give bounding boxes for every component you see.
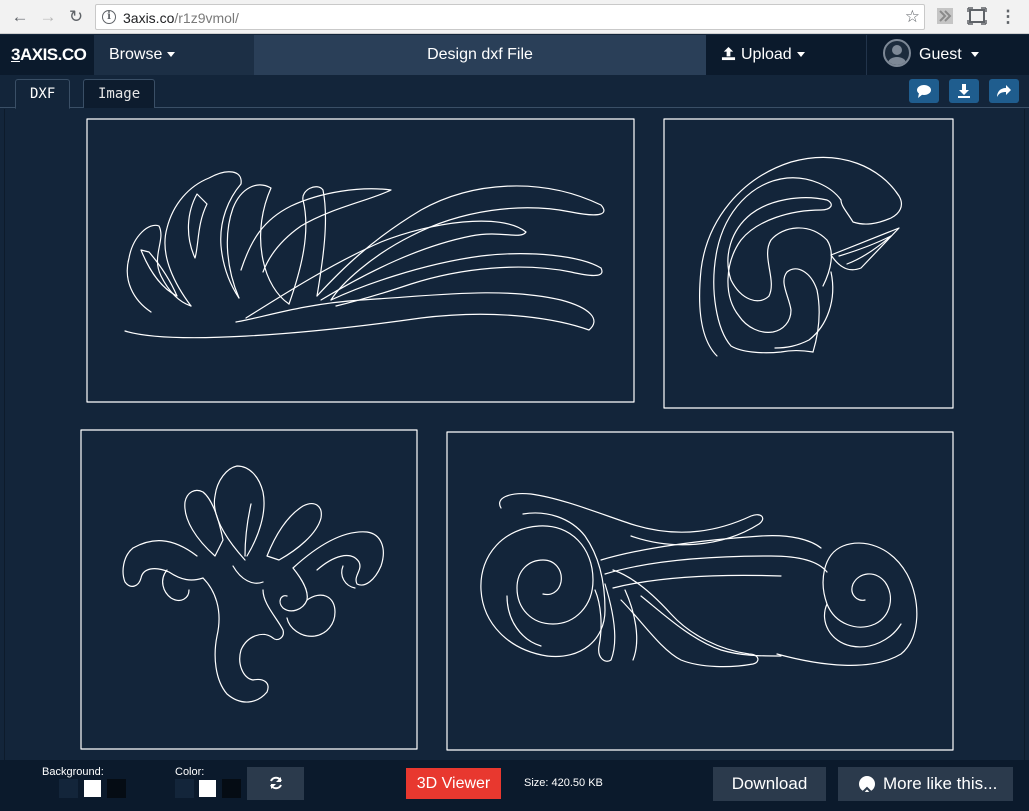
upload-icon bbox=[721, 46, 736, 61]
more-like-this-label: More like this... bbox=[883, 774, 998, 793]
color-swatch-white[interactable] bbox=[198, 779, 217, 798]
spiral-scroll-shape bbox=[480, 493, 918, 668]
upload-menu[interactable]: Upload bbox=[706, 35, 866, 75]
download-icon bbox=[958, 84, 970, 98]
browse-menu[interactable]: Browse bbox=[94, 35, 254, 75]
user-label: Guest bbox=[919, 46, 962, 63]
background-swatch-white[interactable] bbox=[83, 779, 102, 798]
dxf-drawing bbox=[80, 118, 954, 751]
refresh-icon bbox=[269, 776, 282, 790]
chevron-up-circle-icon bbox=[859, 776, 875, 793]
panel-frame-2 bbox=[663, 118, 954, 409]
fullscreen-icon[interactable] bbox=[966, 5, 988, 27]
avatar-icon bbox=[883, 38, 911, 67]
comment-icon bbox=[917, 85, 931, 98]
3d-viewer-button[interactable]: 3D Viewer bbox=[406, 768, 501, 799]
upload-label: Upload bbox=[741, 46, 792, 63]
extension-icon[interactable] bbox=[934, 5, 956, 27]
share-button[interactable] bbox=[989, 79, 1019, 103]
address-bar[interactable]: i 3axis.co/r1z9vmol/ ☆ bbox=[95, 4, 925, 30]
site-info-icon[interactable]: i bbox=[102, 10, 116, 24]
panel-frame-1 bbox=[86, 118, 635, 403]
footer-toolbar: Background: Color: 3D Viewer Size: 420.5… bbox=[0, 760, 1029, 811]
dxf-canvas[interactable] bbox=[4, 109, 1025, 760]
url-host: 3axis.co bbox=[123, 10, 175, 26]
panel-frame-3 bbox=[80, 429, 418, 750]
color-swatch-dark[interactable] bbox=[175, 779, 194, 798]
url-path: /r1z9vmol/ bbox=[174, 10, 239, 26]
chevron-down-icon bbox=[970, 52, 979, 58]
tab-dxf[interactable]: DXF bbox=[15, 79, 71, 109]
site-navbar: 3AXIS.CO Browse Design dxf File Upload G… bbox=[0, 35, 1029, 75]
download-button[interactable]: Download bbox=[713, 767, 826, 801]
tab-image[interactable]: Image bbox=[83, 79, 156, 108]
browser-toolbar: ← → ↻ i 3axis.co/r1z9vmol/ ☆ ⋮ bbox=[0, 0, 1029, 34]
brand-logo-first: 3 bbox=[11, 45, 20, 64]
scroll-leaf-shape bbox=[698, 156, 903, 357]
forward-arrow-icon[interactable]: → bbox=[37, 6, 59, 28]
color-label: Color: bbox=[175, 766, 205, 778]
chevron-down-icon bbox=[167, 52, 176, 58]
chevron-down-icon bbox=[796, 52, 805, 58]
more-like-this-button[interactable]: More like this... bbox=[838, 767, 1013, 801]
browse-label: Browse bbox=[109, 46, 163, 63]
acanthus-leaf-shape bbox=[124, 171, 605, 339]
comment-button[interactable] bbox=[909, 79, 939, 103]
color-swatch-black[interactable] bbox=[222, 779, 241, 798]
bookmark-star-icon[interactable]: ☆ bbox=[905, 7, 920, 27]
menu-kebab-icon[interactable]: ⋮ bbox=[997, 6, 1019, 28]
background-swatch-dark[interactable] bbox=[59, 779, 78, 798]
view-tabs: DXF Image bbox=[0, 75, 1029, 109]
back-arrow-icon[interactable]: ← bbox=[9, 6, 31, 28]
brand-logo-rest: AXIS.CO bbox=[19, 45, 87, 64]
background-swatch-black[interactable] bbox=[107, 779, 126, 798]
page-title: Design dxf File bbox=[254, 35, 706, 75]
user-menu[interactable]: Guest bbox=[866, 35, 1029, 75]
file-size-text: Size: 420.50 KB bbox=[524, 777, 603, 789]
address-url[interactable]: 3axis.co/r1z9vmol/ bbox=[123, 10, 239, 26]
refresh-button[interactable] bbox=[247, 767, 304, 800]
background-label: Background: bbox=[42, 766, 104, 778]
brand-logo[interactable]: 3AXIS.CO bbox=[0, 35, 94, 75]
share-icon bbox=[997, 85, 1011, 97]
panel-frame-4 bbox=[446, 431, 954, 751]
floral-ornament-shape bbox=[122, 465, 384, 703]
reload-icon[interactable]: ↻ bbox=[65, 6, 87, 28]
download-file-button[interactable] bbox=[949, 79, 979, 103]
